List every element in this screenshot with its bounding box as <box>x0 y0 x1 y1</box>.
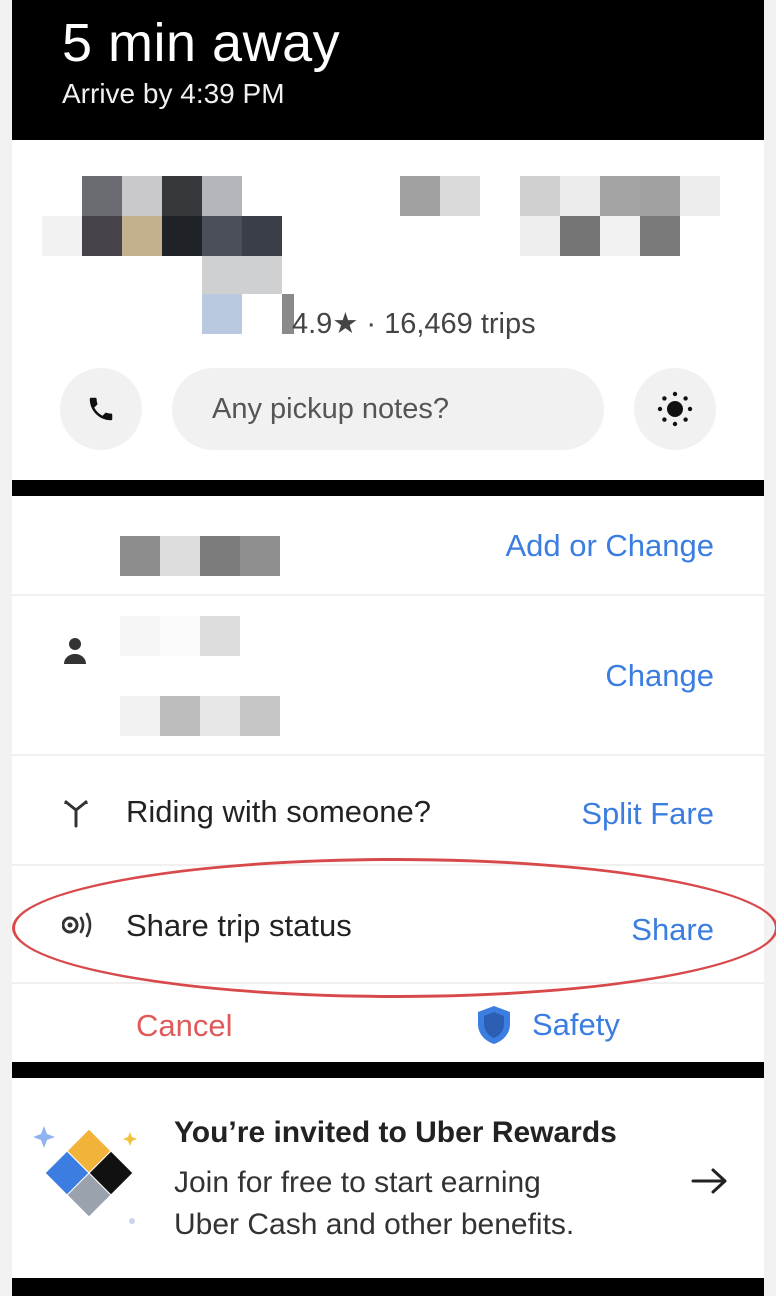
bottom-divider <box>12 1278 764 1296</box>
rewards-title: You’re invited to Uber Rewards <box>174 1116 617 1149</box>
rewards-card[interactable]: You’re invited to Uber Rewards Join for … <box>12 1078 764 1278</box>
person-icon <box>64 638 86 664</box>
shield-icon <box>478 1006 510 1044</box>
redacted-car-info <box>400 176 720 296</box>
brightness-button[interactable] <box>634 368 716 450</box>
highlight-ellipse <box>12 858 776 998</box>
trip-screen: 5 min away Arrive by 4:39 PM 4.9★ · 16,4… <box>0 0 776 1296</box>
change-rider-link[interactable]: Change <box>605 658 714 694</box>
eta-header: 5 min away Arrive by 4:39 PM <box>12 0 764 140</box>
section-divider-2 <box>12 1062 764 1078</box>
safety-button[interactable]: Safety <box>476 1004 620 1046</box>
split-fare-label: Riding with someone? <box>126 794 432 829</box>
eta-title: 5 min away <box>62 13 341 73</box>
phone-icon <box>89 397 113 421</box>
rewards-logo-icon <box>34 1126 137 1224</box>
driver-panel: 4.9★ · 16,469 trips Any pickup notes? <box>12 140 764 480</box>
pickup-notes-input[interactable]: Any pickup notes? <box>172 368 604 450</box>
add-or-change-link[interactable]: Add or Change <box>505 528 714 564</box>
arrive-time: Arrive by 4:39 PM <box>62 78 285 109</box>
rewards-description: Join for free to start earning Uber Cash… <box>174 1162 674 1246</box>
redacted-destination <box>120 536 280 576</box>
rewards-line-2: Uber Cash and other benefits. <box>174 1208 575 1241</box>
arrow-right-icon[interactable] <box>690 1166 730 1196</box>
section-divider <box>12 480 764 496</box>
driver-rating: 4.9★ · 16,469 trips <box>292 308 536 340</box>
split-fare-row: Riding with someone? Split Fare <box>12 756 764 866</box>
split-fare-icon <box>64 800 88 828</box>
brightness-icon <box>657 391 693 427</box>
call-driver-button[interactable] <box>60 368 142 450</box>
rider-row: Change <box>12 596 764 756</box>
split-fare-link[interactable]: Split Fare <box>581 796 714 832</box>
rewards-line-1: Join for free to start earning <box>174 1166 541 1199</box>
redacted-rider-name <box>120 616 280 736</box>
cancel-button[interactable]: Cancel <box>136 1008 233 1044</box>
left-edge <box>0 0 12 1296</box>
redacted-driver-photo <box>42 176 322 336</box>
safety-label: Safety <box>532 1007 620 1042</box>
destination-row: Add or Change <box>12 496 764 596</box>
right-edge <box>764 0 776 1296</box>
